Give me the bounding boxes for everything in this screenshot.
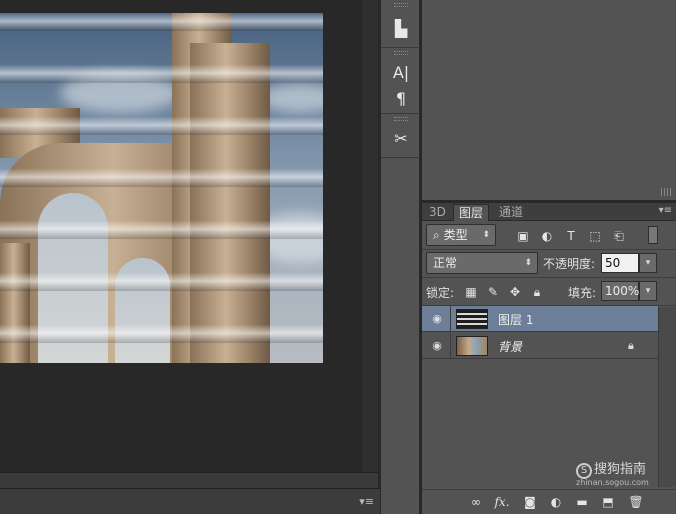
smart-object-filter-icon[interactable]: ⎗ (612, 229, 626, 243)
tool-presets-icon[interactable]: ✂ (381, 125, 421, 151)
empty-panel (422, 0, 676, 200)
layer-name[interactable]: 图层 1 (498, 311, 533, 328)
grip[interactable] (394, 117, 408, 121)
lock-image-brush-icon[interactable]: ✎ (486, 285, 500, 299)
divider (450, 306, 451, 332)
watermark-logo-icon: S (576, 463, 592, 479)
visibility-eye-icon[interactable]: ◉ (431, 312, 443, 325)
layer-thumbnail (456, 309, 488, 329)
layer-row-background[interactable]: ◉ 背景 🔒︎ (422, 333, 658, 359)
right-panel-area: 3D 图层 通道 ▾≡ ⌕ 类型 ⬍ ▣ ◐ T ⬚ ⎗ 正常 ⬍ 不透明度: … (420, 0, 676, 514)
search-icon: ⌕ (433, 228, 440, 242)
divider (422, 277, 676, 278)
tool-group-clone: ▙ (381, 0, 421, 48)
panel-tab-bar: 3D 图层 通道 ▾≡ (422, 203, 676, 221)
tall-column (190, 43, 270, 363)
tab-channels[interactable]: 通道 (494, 204, 528, 221)
blend-mode-dropdown[interactable]: 正常 ⬍ (426, 252, 538, 274)
fill-input[interactable]: 100% (601, 281, 639, 301)
blind-stripe (0, 169, 323, 187)
layer-name[interactable]: 背景 (498, 338, 522, 355)
filter-kind-dropdown[interactable]: ⌕ 类型 ⬍ (426, 224, 496, 246)
chevron-updown-icon: ⬍ (524, 258, 532, 268)
panel-icon-strip: ▙ A| ¶ ✂ (380, 0, 421, 514)
watermark: S 搜狗指南 (576, 458, 646, 479)
blind-stripe (0, 273, 323, 291)
blind-stripe (0, 221, 323, 239)
mask-icon[interactable]: ◙ (522, 495, 538, 509)
tab-3d[interactable]: 3D (424, 204, 451, 221)
new-layer-icon[interactable]: ⬒ (600, 495, 616, 509)
opacity-dropdown-button[interactable]: ▾ (639, 253, 657, 273)
grip[interactable] (394, 51, 408, 55)
layers-bottom-bar: ∞ fx. ◙ ◐ ▬ ⬒ 🗑︎ (422, 489, 676, 514)
status-menu-icon[interactable]: ▾≡ (359, 495, 374, 508)
lock-transparent-icon[interactable]: ▦ (464, 285, 478, 299)
character-icon[interactable]: A| (381, 59, 421, 85)
tool-group-type: A| ¶ (381, 48, 421, 114)
trash-icon[interactable]: 🗑︎ (628, 495, 644, 509)
fill-label: 填充: (568, 286, 597, 300)
blend-mode-value: 正常 (433, 256, 458, 270)
layers-scrollbar[interactable] (658, 307, 676, 487)
watermark-brand: 搜狗指南 (594, 462, 647, 477)
visibility-eye-icon[interactable]: ◉ (431, 339, 443, 352)
tab-layers[interactable]: 图层 (453, 204, 490, 221)
resize-grip[interactable] (661, 188, 671, 196)
filter-toggle-icon[interactable] (648, 226, 658, 244)
shape-filter-icon[interactable]: ⬚ (588, 229, 602, 243)
vertical-scrollbar[interactable] (362, 0, 378, 472)
divider (450, 333, 451, 359)
pixel-filter-icon[interactable]: ▣ (516, 229, 530, 243)
lock-all-icon[interactable]: 🔒︎ (530, 285, 544, 299)
blind-stripe (0, 65, 323, 83)
watermark-url: zhinan.sogou.com (576, 478, 649, 487)
blind-stripe (0, 325, 323, 343)
layer-thumbnail (456, 336, 488, 356)
adjustment-icon[interactable]: ◐ (548, 495, 564, 509)
canvas-image[interactable] (0, 13, 323, 363)
lock-label: 锁定: (426, 286, 455, 300)
blind-stripe (0, 13, 323, 31)
opacity-input[interactable]: 50 (601, 253, 639, 273)
lock-icon: 🔒︎ (628, 339, 634, 352)
adjustment-filter-icon[interactable]: ◐ (540, 229, 554, 243)
filter-kind-label: 类型 (443, 228, 468, 242)
paragraph-icon[interactable]: ¶ (381, 85, 421, 111)
tool-group-presets: ✂ (381, 114, 421, 158)
panel-menu-icon[interactable]: ▾≡ (659, 205, 672, 216)
lock-position-move-icon[interactable]: ✥ (508, 285, 522, 299)
type-filter-icon[interactable]: T (564, 229, 578, 243)
opacity-label: 不透明度: (543, 257, 596, 271)
status-bar: ▾≡ (0, 488, 380, 514)
document-workspace (0, 0, 362, 472)
link-icon[interactable]: ∞ (468, 495, 484, 509)
blind-stripe (0, 117, 323, 135)
fx-icon[interactable]: fx. (494, 495, 510, 509)
column-left (0, 243, 30, 363)
grip[interactable] (394, 3, 408, 7)
fill-dropdown-button[interactable]: ▾ (639, 281, 657, 301)
horizontal-scrollbar[interactable] (0, 472, 378, 488)
divider (422, 249, 676, 250)
clone-source-icon[interactable]: ▙ (381, 15, 421, 41)
layer-row-layer1[interactable]: ◉ 图层 1 (422, 306, 658, 332)
folder-icon[interactable]: ▬ (574, 495, 590, 509)
chevron-updown-icon: ⬍ (482, 230, 490, 240)
